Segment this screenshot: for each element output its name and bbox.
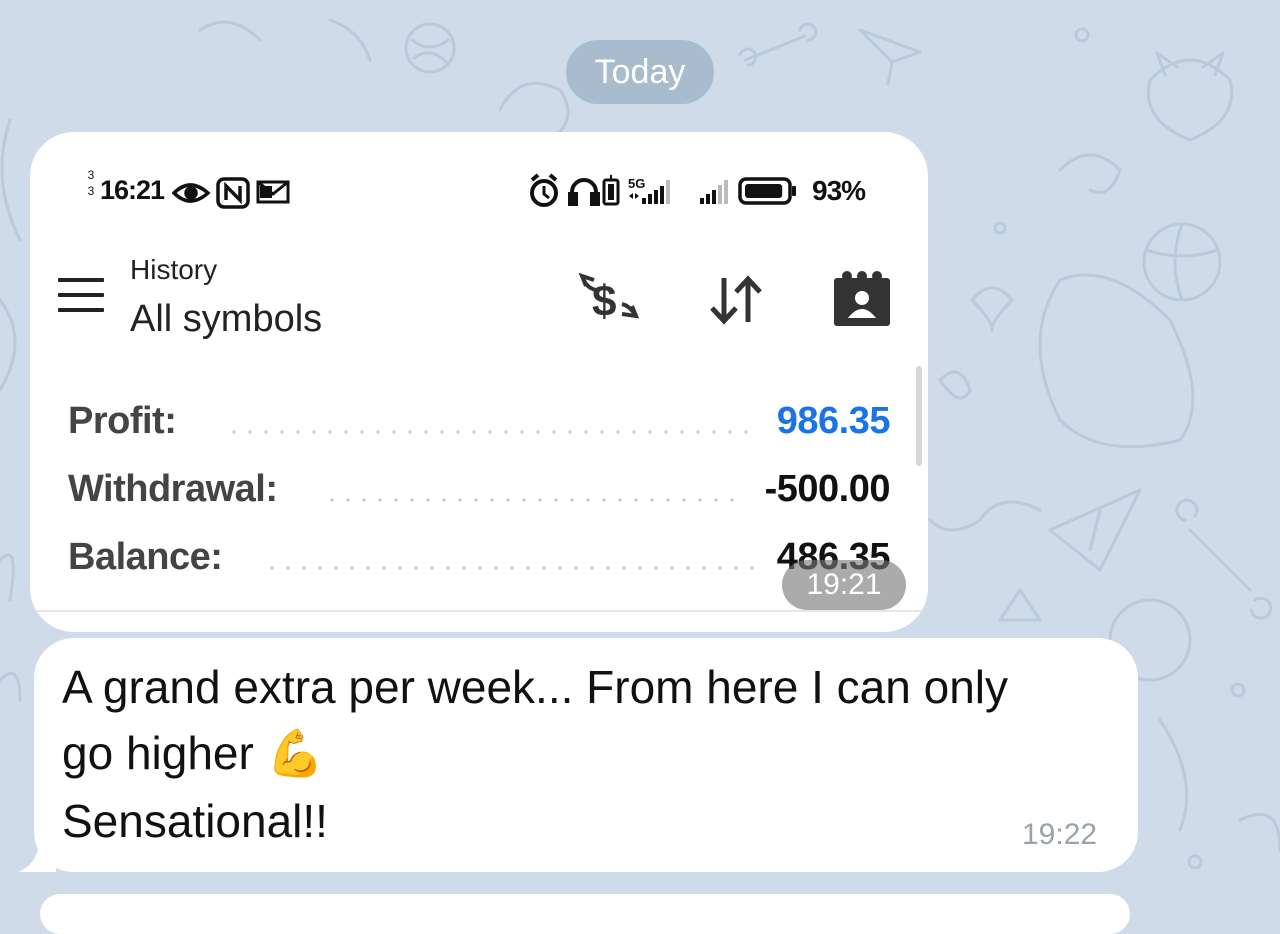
divider bbox=[30, 610, 928, 612]
status-bar: 3 3 16:21 5G 93% bbox=[30, 132, 928, 242]
leader-dots bbox=[324, 498, 746, 502]
battery-percentage: 93% bbox=[812, 175, 866, 206]
status-right-icons: 5G bbox=[528, 172, 808, 217]
signal-icon bbox=[700, 180, 728, 204]
balance-row: Balance: 486.35 bbox=[68, 536, 891, 586]
alarm-icon bbox=[530, 173, 558, 207]
calendar-icon[interactable] bbox=[832, 268, 892, 328]
status-left-icons bbox=[171, 176, 302, 215]
leader-dots bbox=[226, 430, 756, 434]
vibrate-icon bbox=[602, 175, 620, 206]
next-message-bubble[interactable] bbox=[40, 894, 1130, 934]
text-message-timestamp: 19:22 bbox=[1022, 818, 1098, 851]
dollar-exchange-icon[interactable]: $ bbox=[578, 270, 642, 326]
eye-icon bbox=[171, 183, 211, 203]
withdrawal-row: Withdrawal: -500.00 bbox=[68, 468, 891, 518]
app-bar: History All symbols $ bbox=[30, 242, 928, 352]
withdrawal-value: -500.00 bbox=[764, 468, 891, 510]
status-tiny-bottom: 3 bbox=[87, 184, 95, 198]
notification-icon bbox=[256, 180, 290, 204]
nfc-icon bbox=[216, 177, 250, 209]
profit-value: 986.35 bbox=[776, 400, 891, 442]
status-time: 16:21 bbox=[100, 175, 165, 205]
signal-5g-icon: 5G bbox=[628, 176, 670, 204]
text-message-bubble[interactable]: A grand extra per week... From here I ca… bbox=[34, 638, 1138, 872]
headphones-icon bbox=[568, 178, 600, 206]
svg-text:$: $ bbox=[592, 277, 616, 326]
scrollbar[interactable] bbox=[916, 366, 922, 466]
profit-label: Profit: bbox=[68, 400, 177, 442]
image-message-bubble[interactable]: 3 3 16:21 5G 93% History All symbols $ P… bbox=[30, 132, 928, 632]
status-tiny-top: 3 bbox=[87, 168, 95, 182]
network-label: 5G bbox=[628, 176, 645, 191]
flexed-biceps-emoji: 💪 bbox=[266, 727, 324, 779]
sort-icon[interactable] bbox=[706, 272, 766, 328]
message-line-2: go higher 💪 bbox=[62, 726, 324, 781]
message-line-3: Sensational!! bbox=[62, 795, 328, 847]
image-message-timestamp: 19:21 bbox=[782, 560, 906, 610]
message-line-2-text: go higher bbox=[62, 727, 254, 779]
profit-row: Profit: 986.35 bbox=[68, 400, 891, 450]
balance-label: Balance: bbox=[68, 536, 223, 578]
battery-icon bbox=[738, 177, 796, 205]
withdrawal-label: Withdrawal: bbox=[68, 468, 278, 510]
hamburger-menu-icon[interactable] bbox=[58, 278, 104, 314]
leader-dots bbox=[264, 566, 756, 570]
app-bar-title: History bbox=[130, 254, 218, 285]
date-separator: Today bbox=[566, 40, 714, 104]
message-line-1: A grand extra per week... From here I ca… bbox=[62, 661, 1009, 713]
app-bar-subtitle[interactable]: All symbols bbox=[130, 298, 322, 341]
